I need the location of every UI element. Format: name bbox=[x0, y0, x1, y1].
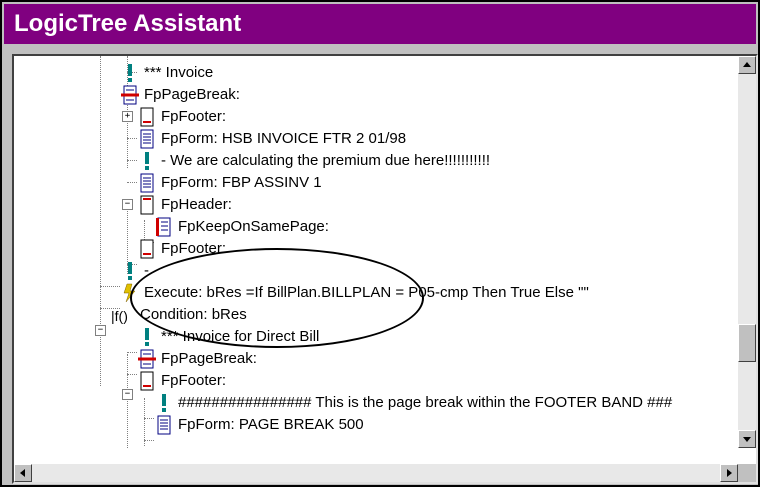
tree-node-label: FpForm: FBP ASSINV 1 bbox=[161, 174, 322, 191]
tree-guide-line bbox=[127, 354, 128, 448]
logic-tree-view[interactable]: + − − − *** Invoice FpPageBreak: FpFoote… bbox=[12, 54, 758, 484]
tree-branch-line bbox=[144, 418, 154, 419]
scroll-left-button[interactable] bbox=[14, 464, 32, 482]
exclamation-icon bbox=[128, 262, 132, 280]
logictree-window: LogicTree Assistant + − − − *** Invoice bbox=[0, 0, 760, 487]
tree-branch-line bbox=[127, 352, 137, 353]
tree-node-label: FpHeader: bbox=[161, 196, 232, 213]
tree-node-label: FpForm: PAGE BREAK 500 bbox=[178, 416, 364, 433]
arrow-right-icon bbox=[727, 469, 732, 477]
arrow-up-icon bbox=[743, 62, 751, 67]
tree-branch-line bbox=[127, 138, 137, 139]
tree-branch-line bbox=[127, 182, 137, 183]
arrow-left-icon bbox=[20, 469, 25, 477]
page-break-icon bbox=[121, 85, 139, 105]
window-title: LogicTree Assistant bbox=[14, 10, 242, 37]
collapse-button[interactable]: − bbox=[122, 389, 133, 400]
scroll-down-button[interactable] bbox=[738, 430, 756, 448]
footer-document-icon bbox=[140, 239, 154, 259]
scroll-up-button[interactable] bbox=[738, 56, 756, 74]
arrow-down-icon bbox=[743, 437, 751, 442]
tree-node-label: - We are calculating the premium due her… bbox=[161, 152, 491, 169]
condition-icon: |f() bbox=[111, 308, 128, 324]
tree-branch-line bbox=[127, 374, 137, 375]
vertical-scrollbar[interactable] bbox=[738, 56, 756, 448]
tree-node-label: FpKeepOnSamePage: bbox=[178, 218, 329, 235]
scrollbar-corner bbox=[738, 464, 756, 482]
tree-guide-line bbox=[100, 56, 101, 386]
exclamation-icon bbox=[145, 328, 149, 346]
expand-button[interactable]: + bbox=[122, 111, 133, 122]
tree-node-label: FpForm: HSB INVOICE FTR 2 01/98 bbox=[161, 130, 407, 147]
collapse-button[interactable]: − bbox=[95, 325, 106, 336]
title-bar: LogicTree Assistant bbox=[4, 4, 756, 44]
form-document-icon bbox=[140, 129, 154, 149]
vertical-scroll-thumb[interactable] bbox=[738, 324, 756, 362]
page-break-icon bbox=[138, 349, 156, 369]
tree-guide-line bbox=[144, 398, 145, 446]
header-document-icon bbox=[140, 195, 154, 215]
tree-branch-line bbox=[127, 160, 137, 161]
footer-document-icon bbox=[140, 371, 154, 391]
tree-branch-line bbox=[100, 286, 120, 287]
form-document-icon bbox=[140, 173, 154, 193]
keep-on-same-page-icon bbox=[156, 217, 171, 237]
svg-text:|f(): |f() bbox=[111, 308, 128, 324]
horizontal-scrollbar[interactable] bbox=[14, 464, 738, 482]
tree-node-label: FpPageBreak: bbox=[144, 86, 240, 103]
collapse-button[interactable]: − bbox=[122, 199, 133, 210]
tree-node-label: FpPageBreak: bbox=[161, 350, 257, 367]
form-document-icon bbox=[157, 415, 171, 435]
footer-document-icon bbox=[140, 107, 154, 127]
scroll-right-button[interactable] bbox=[720, 464, 738, 482]
exclamation-icon bbox=[162, 394, 166, 412]
annotation-ellipse bbox=[130, 248, 424, 348]
tree-node-label: *** Invoice bbox=[144, 64, 214, 81]
exclamation-icon bbox=[145, 152, 149, 170]
tree-node-label: ################ This is the page break … bbox=[178, 394, 673, 411]
tree-branch-line bbox=[144, 440, 154, 441]
tree-node-label: FpFooter: bbox=[161, 372, 227, 389]
exclamation-icon bbox=[128, 64, 132, 82]
tree-node-label: FpFooter: bbox=[161, 108, 227, 125]
